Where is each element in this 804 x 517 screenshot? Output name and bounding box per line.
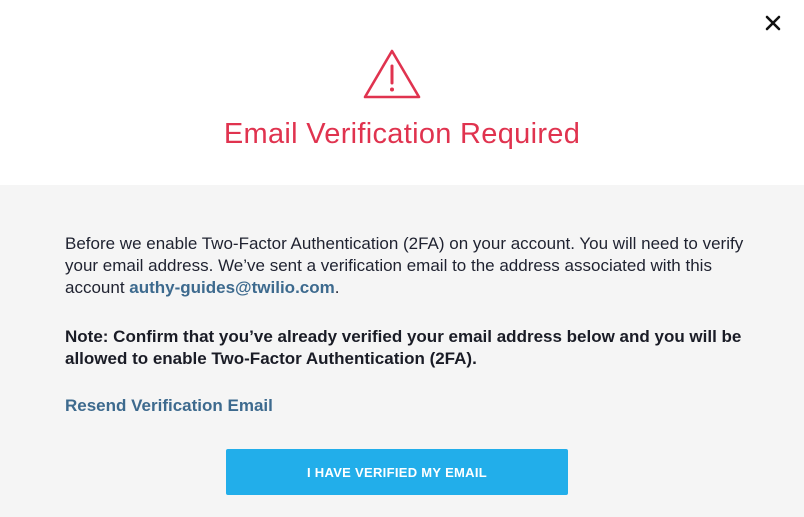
modal-body: Before we enable Two-Factor Authenticati… [0,185,804,517]
warning-triangle-icon [363,49,421,99]
close-button[interactable] [762,12,784,34]
verified-email-button[interactable]: I HAVE VERIFIED MY EMAIL [226,449,568,495]
intro-paragraph: Before we enable Two-Factor Authenticati… [65,233,745,299]
email-link[interactable]: authy-guides@twilio.com [129,278,334,297]
note-paragraph: Note: Confirm that you’ve already verifi… [65,327,742,368]
modal-header: Email Verification Required [0,0,804,185]
modal-title: Email Verification Required [223,118,581,150]
intro-end: . [334,278,340,297]
close-icon[interactable] [765,15,781,31]
email-verification-modal: Email Verification Required Before we en… [0,0,804,517]
resend-verification-link[interactable]: Resend Verification Email [65,396,273,416]
